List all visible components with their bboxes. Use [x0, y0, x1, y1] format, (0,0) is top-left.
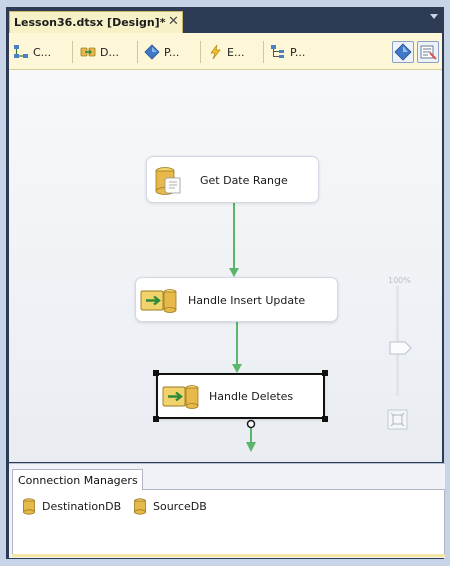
connection-manager-item[interactable]: SourceDB — [133, 498, 207, 515]
connection-manager-label: SourceDB — [153, 500, 207, 513]
zoom-level-label: 100% — [388, 276, 411, 285]
selection-handle[interactable] — [322, 370, 328, 376]
database-icon — [134, 498, 146, 515]
database-icon — [23, 498, 35, 515]
selection-handle[interactable] — [153, 416, 159, 422]
panel-bottom-strip — [12, 554, 445, 557]
connection-manager-item[interactable]: DestinationDB — [22, 498, 121, 515]
zoom-control[interactable] — [381, 286, 421, 438]
tab-connection-managers[interactable]: Connection Managers — [12, 469, 143, 490]
zoom-track[interactable] — [396, 286, 399, 396]
fit-to-window-icon[interactable] — [387, 409, 408, 430]
selection-handle[interactable] — [322, 416, 328, 422]
connection-manager-label: DestinationDB — [42, 500, 122, 513]
selection-handle[interactable] — [153, 370, 159, 376]
zoom-slider-thumb[interactable] — [389, 341, 412, 355]
